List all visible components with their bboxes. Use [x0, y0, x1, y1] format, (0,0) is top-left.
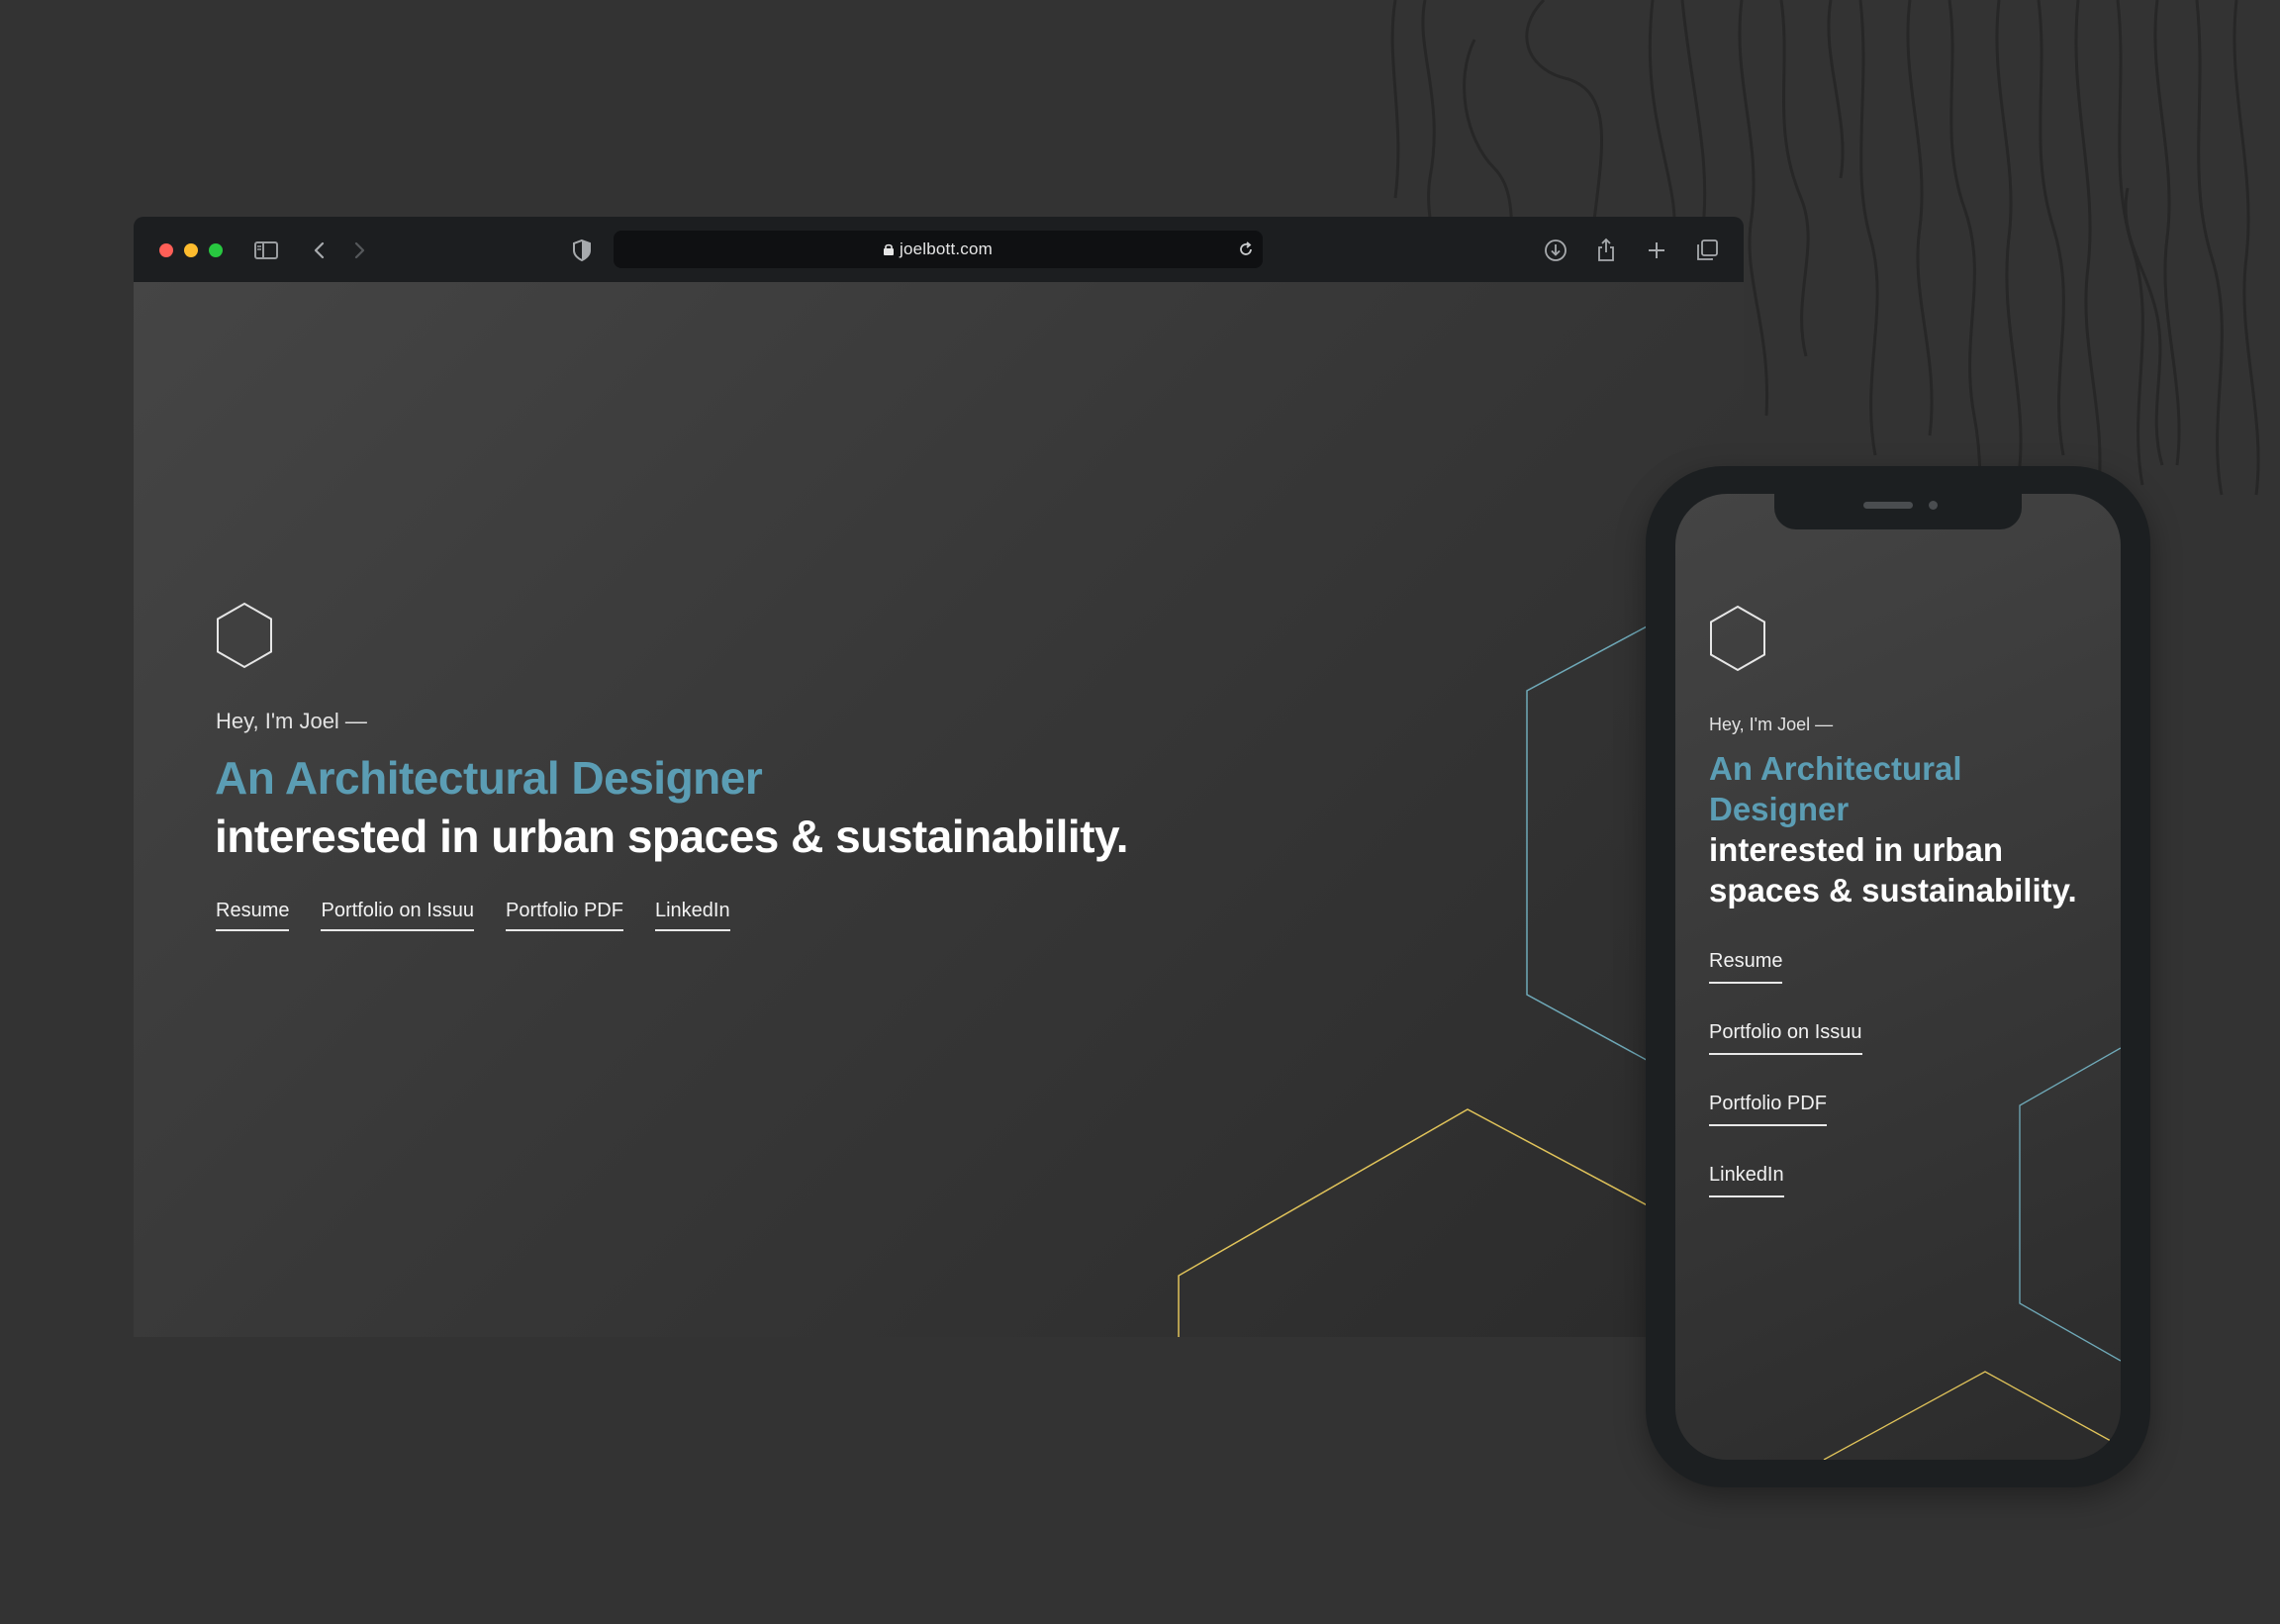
tab-overview-icon[interactable]: [1693, 237, 1721, 264]
hexagon-logo-icon: [1710, 605, 1765, 672]
linkedin-link[interactable]: LinkedIn: [1709, 1164, 1784, 1197]
close-window-dot[interactable]: [159, 243, 173, 257]
resume-link[interactable]: Resume: [216, 900, 290, 931]
greeting: Hey, I'm Joel —: [1709, 715, 1834, 734]
download-icon[interactable]: [1542, 237, 1569, 264]
headline-rest: interested in urban spaces & sustainabil…: [215, 811, 1128, 862]
phone-mockup: Hey, I'm Joel — An Architectural Designe…: [1646, 466, 2150, 1487]
page-content: Hey, I'm Joel — An Architectural Designe…: [134, 282, 1744, 1337]
linkedin-link[interactable]: LinkedIn: [654, 900, 730, 931]
browser-toolbar: joelbott.com: [134, 217, 1744, 283]
share-icon[interactable]: [1592, 237, 1620, 264]
headline-rest: interested in urban spaces & sustainabil…: [1709, 831, 2077, 908]
front-camera: [1929, 501, 1938, 510]
hexagon-logo-icon: [217, 602, 272, 669]
resume-link[interactable]: Resume: [1709, 950, 1783, 984]
speaker-grille: [1863, 502, 1913, 509]
portfolio-issuu-link[interactable]: Portfolio on Issuu: [1709, 1021, 1862, 1055]
new-tab-icon[interactable]: [1643, 237, 1670, 264]
zoom-window-dot[interactable]: [209, 243, 223, 257]
url-text: joelbott.com: [899, 239, 994, 258]
phone-notch: [1774, 494, 2022, 529]
privacy-shield-icon[interactable]: [568, 237, 596, 264]
greeting: Hey, I'm Joel —: [216, 709, 367, 733]
lock-icon: [883, 243, 894, 255]
address-bar[interactable]: joelbott.com: [614, 231, 1263, 268]
forward-icon[interactable]: [345, 237, 373, 264]
reload-icon[interactable]: [1235, 239, 1257, 260]
address-bar-text: joelbott.com: [614, 239, 1263, 259]
phone-screen: Hey, I'm Joel — An Architectural Designe…: [1675, 494, 2121, 1460]
browser-window: joelbott.com Hey, I'm Joel — An Architec…: [134, 217, 1744, 1337]
headline-accent: An Architectural Designer: [1709, 750, 1962, 827]
back-icon[interactable]: [306, 237, 333, 264]
minimize-window-dot[interactable]: [184, 243, 198, 257]
headline-accent: An Architectural Designer: [215, 752, 763, 804]
portfolio-pdf-link[interactable]: Portfolio PDF: [1709, 1093, 1827, 1126]
sidebar-icon[interactable]: [252, 237, 280, 264]
portfolio-issuu-link[interactable]: Portfolio on Issuu: [321, 900, 475, 931]
link-list: Resume Portfolio on Issuu Portfolio PDF …: [216, 900, 730, 931]
portfolio-pdf-link[interactable]: Portfolio PDF: [506, 900, 623, 931]
link-list: Resume Portfolio on Issuu Portfolio PDF …: [1709, 950, 1862, 1235]
